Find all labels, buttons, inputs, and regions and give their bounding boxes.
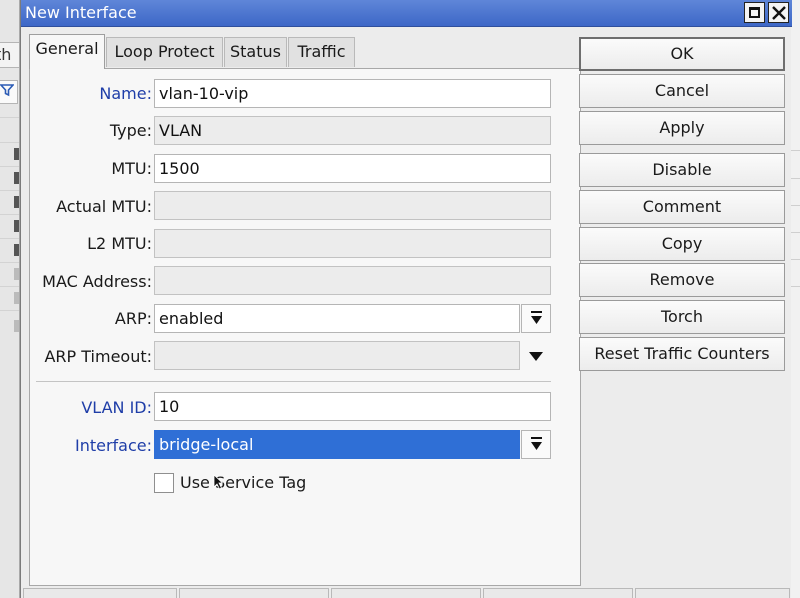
background-tab[interactable]: th <box>0 42 19 68</box>
actual-mtu-label: Actual MTU: <box>56 197 152 216</box>
close-button[interactable] <box>768 2 789 23</box>
tab-general[interactable]: General <box>29 34 105 69</box>
background-row-divider <box>0 262 19 263</box>
arp-label: ARP: <box>114 309 152 328</box>
close-icon <box>772 6 786 20</box>
background-row-divider <box>0 190 19 191</box>
status-cell <box>635 588 790 598</box>
mouse-cursor-icon <box>213 474 223 490</box>
general-panel: Name: vlan-10-vip Type: VLAN MTU: 1500 A… <box>29 68 581 586</box>
mac-address-label: MAC Address: <box>42 272 152 291</box>
vlan-id-label: VLAN ID: <box>81 398 152 417</box>
background-row-divider <box>791 205 800 206</box>
apply-button[interactable]: Apply <box>579 111 785 145</box>
actual-mtu-field <box>154 191 551 220</box>
arp-timeout-expand-button[interactable] <box>524 342 548 370</box>
new-interface-dialog: New Interface General Loop Protect Statu… <box>20 0 792 598</box>
status-cell <box>23 588 177 598</box>
status-cell <box>331 588 481 598</box>
background-row-divider <box>0 117 19 118</box>
name-input[interactable]: vlan-10-vip <box>154 79 551 108</box>
background-row-divider <box>0 142 19 143</box>
background-row-divider <box>791 286 800 287</box>
chevron-down-icon <box>529 352 543 361</box>
maximize-icon <box>749 7 760 18</box>
vlan-id-input[interactable]: 10 <box>154 392 551 421</box>
tab-status[interactable]: Status <box>224 37 287 67</box>
interface-dropdown-button[interactable] <box>521 430 551 459</box>
reset-traffic-counters-button[interactable]: Reset Traffic Counters <box>579 337 785 371</box>
arp-timeout-field[interactable] <box>154 341 520 370</box>
use-service-tag-checkbox[interactable] <box>154 473 174 493</box>
use-service-tag-label[interactable]: Use Service Tag <box>180 473 306 493</box>
copy-button[interactable]: Copy <box>579 227 785 261</box>
comment-button[interactable]: Comment <box>579 190 785 224</box>
l2-mtu-field <box>154 229 551 258</box>
window-title: New Interface <box>25 3 137 22</box>
name-label: Name: <box>99 84 152 103</box>
background-tab-label: th <box>0 45 12 64</box>
section-divider <box>36 381 551 382</box>
background-row-divider <box>791 178 800 179</box>
dropdown-icon <box>531 311 542 324</box>
torch-button[interactable]: Torch <box>579 300 785 334</box>
background-row-divider <box>791 259 800 260</box>
type-field: VLAN <box>154 116 551 145</box>
cancel-button[interactable]: Cancel <box>579 74 785 108</box>
mtu-input[interactable]: 1500 <box>154 154 551 183</box>
background-window-right <box>790 0 800 598</box>
status-cell <box>483 588 633 598</box>
background-row-divider <box>791 150 800 151</box>
maximize-button[interactable] <box>744 2 765 23</box>
disable-button[interactable]: Disable <box>579 153 785 187</box>
type-label: Type: <box>109 121 152 140</box>
status-bar <box>21 588 792 598</box>
arp-dropdown-button[interactable] <box>521 304 551 333</box>
l2-mtu-label: L2 MTU: <box>87 234 152 253</box>
arp-timeout-label: ARP Timeout: <box>44 347 152 366</box>
tab-loop-protect[interactable]: Loop Protect <box>106 37 223 67</box>
mtu-label: MTU: <box>111 159 152 178</box>
remove-button[interactable]: Remove <box>579 263 785 297</box>
ok-button[interactable]: OK <box>579 37 785 71</box>
dropdown-icon <box>531 437 542 450</box>
interface-select[interactable]: bridge-local <box>154 430 520 459</box>
background-row-divider <box>791 232 800 233</box>
arp-select[interactable]: enabled <box>154 304 520 333</box>
mac-address-field <box>154 266 551 295</box>
interface-label: Interface: <box>74 436 152 455</box>
title-bar[interactable]: New Interface <box>21 0 792 27</box>
tab-traffic[interactable]: Traffic <box>288 37 355 67</box>
status-cell <box>179 588 329 598</box>
